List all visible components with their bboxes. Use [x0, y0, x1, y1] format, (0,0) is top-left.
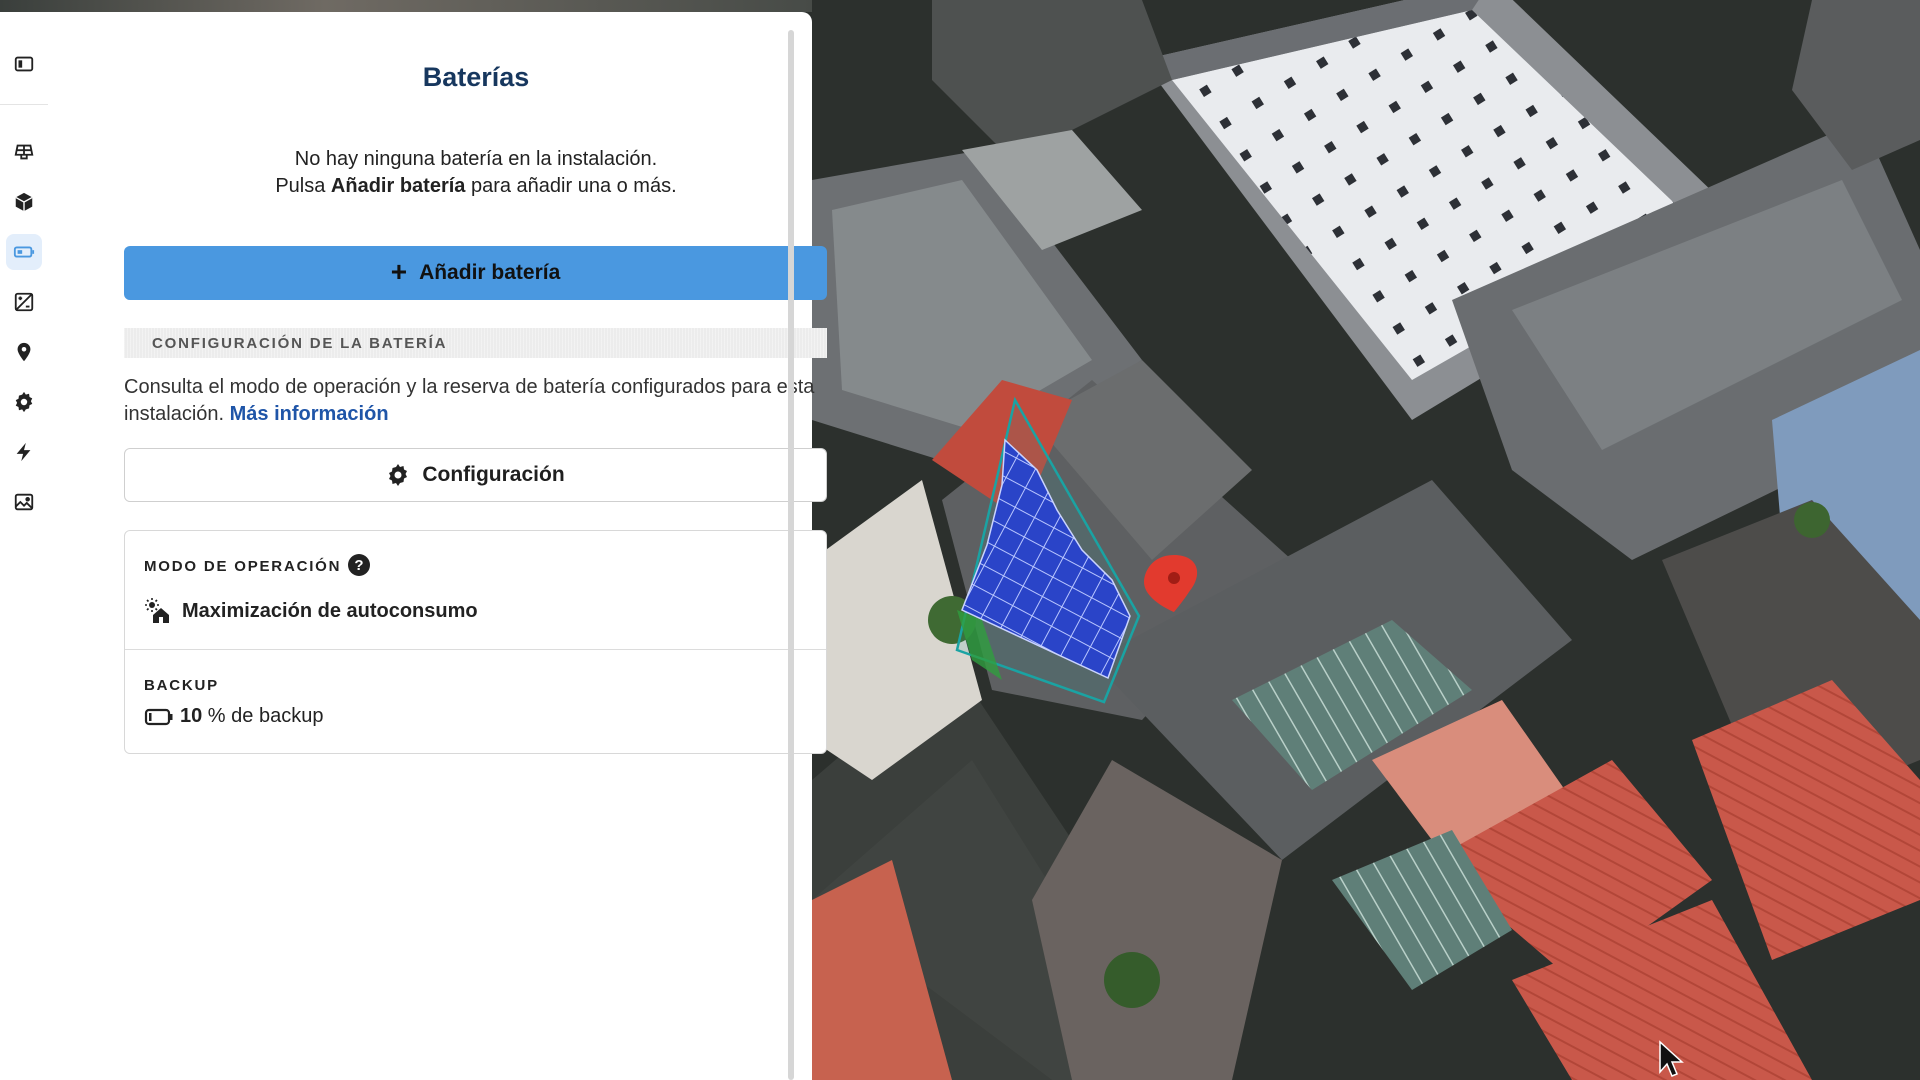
battery-icon — [13, 246, 35, 258]
more-info-link[interactable]: Más información — [230, 403, 389, 425]
icon-rail — [0, 12, 48, 1080]
add-battery-label: Añadir batería — [419, 261, 561, 284]
section-title: CONFIGURACIÓN DE LA BATERÍA — [152, 335, 448, 352]
sun-house-icon — [145, 598, 169, 623]
gear-icon — [15, 391, 33, 413]
operation-mode-value: Maximización de autoconsumo — [182, 599, 478, 622]
config-description: Consulta el modo de operación y la reser… — [124, 374, 834, 428]
empty-state-emphasis: Añadir batería — [330, 175, 466, 197]
rail-item-energy[interactable] — [6, 434, 42, 470]
empty-state-message: No hay ninguna batería en la instalación… — [76, 146, 876, 200]
toggle-sidebar-button[interactable] — [6, 46, 42, 82]
tree — [1104, 952, 1160, 1008]
help-icon[interactable]: ? — [348, 554, 370, 576]
backup-suffix: % de backup — [202, 705, 324, 727]
empty-state-line-2: Pulsa Añadir batería para añadir una o m… — [76, 173, 876, 200]
operation-mode-label: MODO DE OPERACIÓN — [144, 558, 342, 575]
rail-separator — [0, 104, 48, 105]
gear-icon — [389, 464, 408, 486]
description-text: Consulta el modo de operación y la reser… — [124, 376, 815, 425]
satellite-map[interactable] — [812, 0, 1920, 1080]
diagonal-chart-icon — [14, 292, 34, 312]
location-pin-icon — [17, 342, 31, 362]
battery-outline-icon — [144, 708, 173, 725]
card-divider — [125, 649, 826, 650]
section-header: CONFIGURACIÓN DE LA BATERÍA — [124, 328, 827, 358]
tree — [1794, 502, 1830, 538]
window-top-strip — [0, 0, 812, 12]
add-battery-button[interactable]: + Añadir batería — [124, 246, 827, 300]
battery-settings-card: MODO DE OPERACIÓN ? Maximización de auto… — [124, 530, 827, 754]
page-title: Baterías — [422, 62, 530, 92]
backup-value: 10 — [180, 705, 203, 727]
plus-icon: + — [390, 255, 408, 287]
rail-item-batteries[interactable] — [6, 234, 42, 270]
configuration-button[interactable]: Configuración — [124, 448, 827, 502]
rail-item-panels[interactable] — [6, 134, 42, 170]
rail-item-images[interactable] — [6, 484, 42, 520]
operation-mode-row: Maximización de autoconsumo — [144, 597, 478, 625]
lightning-icon — [16, 442, 31, 462]
panel-scrollbar[interactable] — [788, 30, 794, 1080]
batteries-panel: Baterías No hay ninguna batería en la in… — [48, 12, 827, 1080]
empty-state-line-1: No hay ninguna batería en la instalación… — [294, 148, 658, 170]
empty-state-text: Pulsa — [275, 175, 331, 197]
empty-state-text-end: para añadir una o más. — [465, 175, 677, 197]
rail-item-location[interactable] — [6, 334, 42, 370]
backup-row: 10 % de backup — [144, 705, 323, 728]
backup-value-wrap: 10 % de backup — [180, 705, 323, 728]
rail-item-analysis[interactable] — [6, 284, 42, 320]
image-icon — [14, 493, 34, 511]
toggle-sidebar-icon — [14, 56, 34, 72]
configuration-label: Configuración — [422, 463, 565, 486]
solar-panel-icon — [14, 144, 34, 160]
rail-item-settings[interactable] — [6, 384, 42, 420]
rail-item-3d[interactable] — [6, 184, 42, 220]
cube-icon — [15, 192, 33, 212]
backup-label: BACKUP — [144, 677, 219, 694]
